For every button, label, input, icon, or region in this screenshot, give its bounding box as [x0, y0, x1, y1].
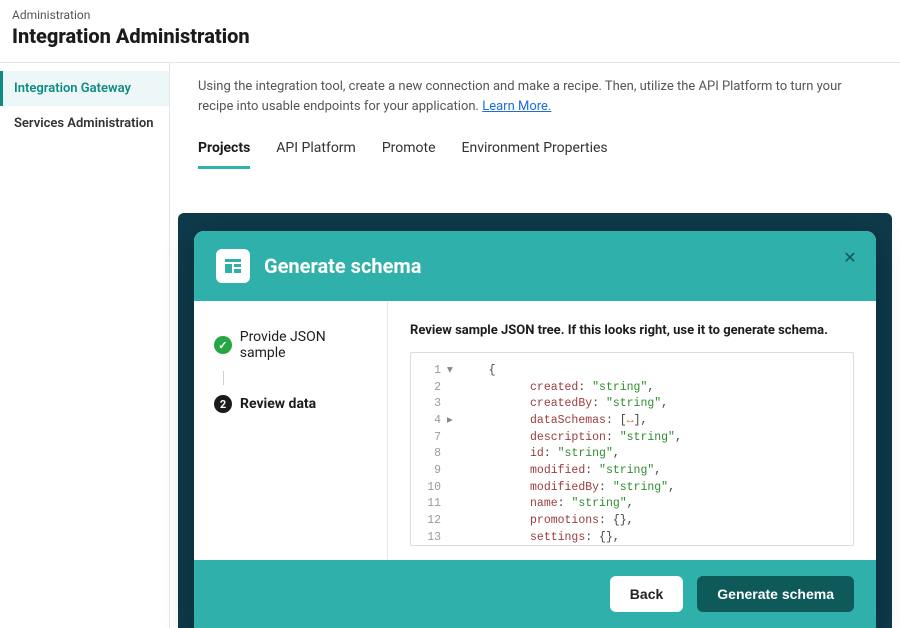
line-number: 1: [421, 363, 447, 380]
wizard-steps: ✓ Provide JSON sample 2 Review data: [194, 301, 388, 560]
line-number: 11: [421, 496, 447, 513]
breadcrumb: Administration: [12, 8, 888, 22]
modal-footer: Back Generate schema: [194, 560, 876, 628]
code-content: {: [461, 363, 496, 380]
check-icon: ✓: [214, 336, 232, 354]
fold-gutter: [447, 513, 461, 530]
line-number: 3: [421, 396, 447, 413]
review-heading: Review sample JSON tree. If this looks r…: [410, 323, 854, 338]
modal-header: Generate schema ✕: [194, 231, 876, 301]
fold-gutter: [447, 463, 461, 480]
close-icon[interactable]: ✕: [838, 245, 862, 269]
code-content: id: "string",: [461, 446, 620, 463]
code-content: created: "string",: [461, 380, 654, 397]
code-line: 12 promotions: {},: [421, 513, 843, 530]
tab-projects[interactable]: Projects: [198, 134, 250, 169]
schema-icon: [216, 249, 250, 283]
generate-schema-button[interactable]: Generate schema: [697, 576, 854, 612]
code-line: 9 modified: "string",: [421, 463, 843, 480]
line-number: 4: [421, 413, 447, 430]
line-number: 2: [421, 380, 447, 397]
step-connector: [223, 371, 224, 385]
code-line: 10 modifiedBy: "string",: [421, 480, 843, 497]
fold-gutter: [447, 496, 461, 513]
code-line: 3 createdBy: "string",: [421, 396, 843, 413]
fold-toggle-icon[interactable]: ▸: [447, 413, 461, 430]
tab-environment-properties[interactable]: Environment Properties: [462, 134, 608, 169]
code-line: 1▾ {: [421, 363, 843, 380]
code-content: dataSchemas: [↔],: [461, 413, 647, 430]
code-content: modified: "string",: [461, 463, 661, 480]
code-line: 4▸ dataSchemas: [↔],: [421, 413, 843, 430]
content-tabs: Projects API Platform Promote Environment P…: [198, 134, 872, 169]
back-button[interactable]: Back: [610, 576, 683, 612]
code-line: 2 created: "string",: [421, 380, 843, 397]
step-label: Review data: [240, 396, 316, 412]
review-pane: Review sample JSON tree. If this looks r…: [388, 301, 876, 560]
line-number: 8: [421, 446, 447, 463]
tab-api-platform[interactable]: API Platform: [276, 134, 356, 169]
page-header: Administration Integration Administratio…: [0, 0, 900, 62]
line-number: 12: [421, 513, 447, 530]
code-content: settings: {},: [461, 530, 620, 546]
code-content: description: "string",: [461, 430, 682, 447]
page-title: Integration Administration: [12, 24, 888, 48]
line-number: 10: [421, 480, 447, 497]
line-number: 13: [421, 530, 447, 546]
code-line: 7 description: "string",: [421, 430, 843, 447]
wizard-step[interactable]: 2 Review data: [214, 395, 373, 413]
code-line: 13 settings: {},: [421, 530, 843, 546]
code-content: promotions: {},: [461, 513, 634, 530]
fold-gutter: [447, 380, 461, 397]
wizard-step[interactable]: ✓ Provide JSON sample: [214, 329, 373, 361]
sidebar-item-services-administration[interactable]: Services Administration: [0, 106, 169, 141]
fold-gutter: [447, 530, 461, 546]
code-content: name: "string",: [461, 496, 634, 513]
fold-gutter: [447, 430, 461, 447]
fold-gutter: [447, 446, 461, 463]
main-content: Using the integration tool, create a new…: [170, 63, 900, 628]
fold-gutter: [447, 396, 461, 413]
code-content: modifiedBy: "string",: [461, 480, 675, 497]
sidebar: Integration GatewayServices Administrati…: [0, 63, 170, 628]
code-line: 8 id: "string",: [421, 446, 843, 463]
json-tree-viewer[interactable]: 1▾ {2 created: "string",3 createdBy: "st…: [410, 352, 854, 546]
line-number: 7: [421, 430, 447, 447]
code-line: 11 name: "string",: [421, 496, 843, 513]
fold-gutter: [447, 480, 461, 497]
fold-toggle-icon[interactable]: ▾: [447, 363, 461, 380]
learn-more-link[interactable]: Learn More.: [482, 99, 551, 114]
modal-title: Generate schema: [264, 254, 421, 278]
step-label: Provide JSON sample: [240, 329, 373, 361]
code-content: createdBy: "string",: [461, 396, 668, 413]
tab-promote[interactable]: Promote: [382, 134, 436, 169]
intro-text: Using the integration tool, create a new…: [198, 77, 872, 116]
generate-schema-modal: Generate schema ✕ ✓Provide JSON sample2R…: [194, 231, 876, 628]
sidebar-item-integration-gateway[interactable]: Integration Gateway: [0, 71, 169, 106]
line-number: 9: [421, 463, 447, 480]
step-number-icon: 2: [214, 395, 232, 413]
